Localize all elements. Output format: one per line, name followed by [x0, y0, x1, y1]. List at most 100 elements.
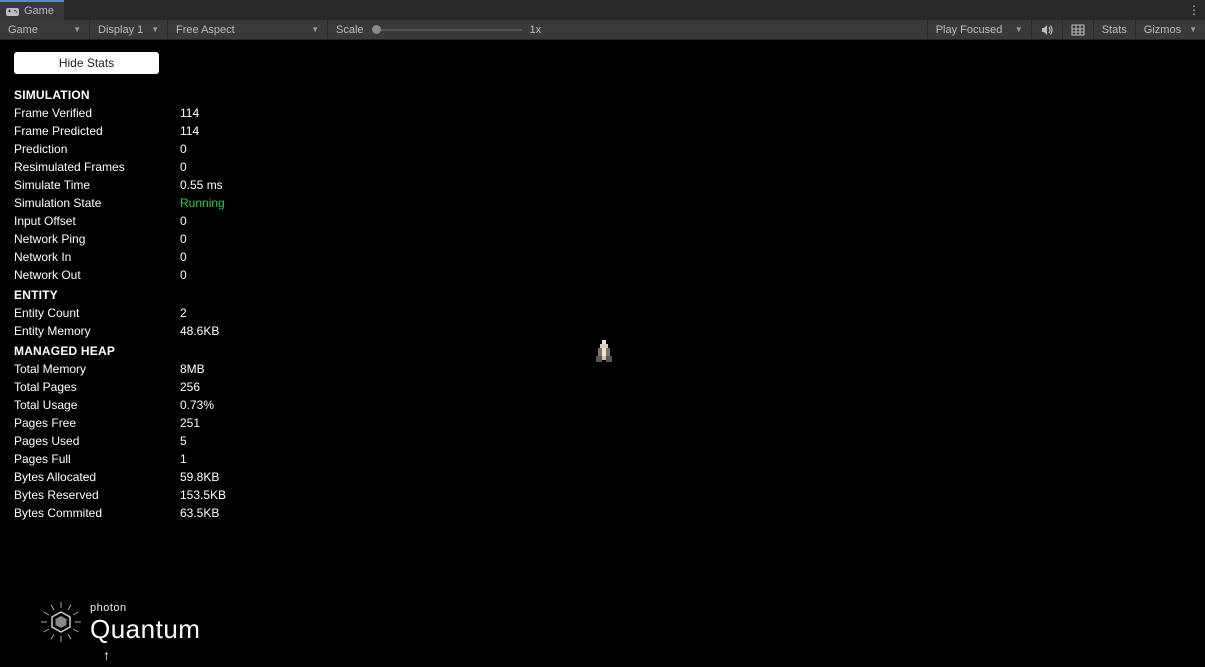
stat-label: Simulation State [14, 194, 180, 212]
slider-thumb[interactable] [372, 25, 381, 34]
stat-value: 2 [180, 304, 187, 322]
stat-label: Total Pages [14, 378, 180, 396]
stat-label: Input Offset [14, 212, 180, 230]
scale-control: Scale 1x [328, 24, 549, 36]
stats-label: Stats [1102, 24, 1127, 36]
stat-row: Pages Full1 [14, 450, 226, 468]
player-ship-sprite [594, 340, 614, 364]
stat-label: Network Out [14, 266, 180, 284]
mute-button[interactable] [1031, 20, 1062, 39]
stat-row: Frame Verified114 [14, 104, 226, 122]
stat-label: Total Memory [14, 360, 180, 378]
chevron-down-icon: ▼ [151, 25, 159, 34]
mode-label: Game [8, 24, 38, 36]
stat-row: Pages Used5 [14, 432, 226, 450]
gizmos-label: Gizmos [1144, 24, 1181, 36]
stat-row: Total Memory8MB [14, 360, 226, 378]
game-toolbar: Game ▼ Display 1 ▼ Free Aspect ▼ Scale 1… [0, 20, 1205, 40]
display-dropdown[interactable]: Display 1 ▼ [90, 20, 168, 39]
hide-stats-button[interactable]: Hide Stats [14, 52, 159, 74]
stat-row: Bytes Allocated59.8KB [14, 468, 226, 486]
tab-bar: Game ⋮ [0, 0, 1205, 20]
game-viewport: Hide Stats SIMULATION Frame Verified114F… [0, 40, 1205, 667]
aspect-dropdown[interactable]: Free Aspect ▼ [168, 20, 328, 39]
grid-icon [1071, 23, 1085, 37]
stat-row: Input Offset0 [14, 212, 226, 230]
stat-value: 5 [180, 432, 187, 450]
stat-value: 0 [180, 248, 187, 266]
scale-value: 1x [530, 24, 542, 36]
stat-row: Network Out0 [14, 266, 226, 284]
tab-game[interactable]: Game [0, 0, 64, 20]
stat-value: Running [180, 194, 225, 212]
stat-value: 0.55 ms [180, 176, 223, 194]
kebab-menu[interactable]: ⋮ [1188, 0, 1199, 20]
stat-row: Entity Memory48.6KB [14, 322, 226, 340]
vsync-button[interactable] [1062, 20, 1093, 39]
stat-value: 0.73% [180, 396, 214, 414]
stat-value: 0 [180, 140, 187, 158]
arrow-up-icon: ↑ [103, 647, 110, 663]
stat-value: 48.6KB [180, 322, 219, 340]
speaker-icon [1040, 23, 1054, 37]
stat-label: Entity Count [14, 304, 180, 322]
logo-small-text: photon [90, 603, 200, 614]
chevron-down-icon: ▼ [1015, 25, 1023, 34]
section-simulation: SIMULATION Frame Verified114Frame Predic… [14, 88, 226, 284]
stat-label: Pages Free [14, 414, 180, 432]
stat-value: 251 [180, 414, 200, 432]
stats-overlay: Hide Stats SIMULATION Frame Verified114F… [14, 52, 226, 522]
section-title: ENTITY [14, 288, 226, 302]
stat-label: Simulate Time [14, 176, 180, 194]
stat-label: Frame Verified [14, 104, 180, 122]
stat-value: 0 [180, 158, 187, 176]
stat-label: Prediction [14, 140, 180, 158]
photon-quantum-logo: photon Quantum [40, 601, 200, 643]
gizmos-dropdown[interactable]: Gizmos ▼ [1135, 20, 1205, 39]
stat-label: Pages Full [14, 450, 180, 468]
stat-label: Bytes Commited [14, 504, 180, 522]
mode-dropdown[interactable]: Game ▼ [0, 20, 90, 39]
stat-label: Total Usage [14, 396, 180, 414]
stat-row: Frame Predicted114 [14, 122, 226, 140]
stat-value: 59.8KB [180, 468, 219, 486]
chevron-down-icon: ▼ [73, 25, 81, 34]
stat-row: Prediction0 [14, 140, 226, 158]
chevron-down-icon: ▼ [311, 25, 319, 34]
stat-row: Network Ping0 [14, 230, 226, 248]
scale-label: Scale [336, 24, 364, 36]
stat-label: Entity Memory [14, 322, 180, 340]
display-label: Display 1 [98, 24, 143, 36]
stat-label: Bytes Reserved [14, 486, 180, 504]
stat-value: 153.5KB [180, 486, 226, 504]
stat-value: 8MB [180, 360, 205, 378]
section-title: SIMULATION [14, 88, 226, 102]
scale-slider[interactable] [372, 29, 522, 31]
stat-label: Network Ping [14, 230, 180, 248]
stat-label: Frame Predicted [14, 122, 180, 140]
stat-value: 63.5KB [180, 504, 219, 522]
stat-row: Resimulated Frames0 [14, 158, 226, 176]
section-title: MANAGED HEAP [14, 344, 226, 358]
play-mode-dropdown[interactable]: Play Focused ▼ [927, 20, 1031, 39]
stat-row: Total Usage0.73% [14, 396, 226, 414]
photon-mark-icon [40, 601, 82, 643]
stat-row: Entity Count2 [14, 304, 226, 322]
stat-row: Bytes Reserved153.5KB [14, 486, 226, 504]
logo-big-text: Quantum [90, 616, 200, 642]
stat-label: Network In [14, 248, 180, 266]
play-mode-label: Play Focused [936, 24, 1003, 36]
aspect-label: Free Aspect [176, 24, 235, 36]
stat-value: 0 [180, 212, 187, 230]
gamepad-icon [6, 7, 19, 15]
stat-row: Total Pages256 [14, 378, 226, 396]
tab-label: Game [24, 5, 54, 17]
stats-button[interactable]: Stats [1093, 20, 1135, 39]
stat-row: Simulation StateRunning [14, 194, 226, 212]
stat-row: Simulate Time0.55 ms [14, 176, 226, 194]
section-heap: MANAGED HEAP Total Memory8MBTotal Pages2… [14, 344, 226, 522]
section-entity: ENTITY Entity Count2Entity Memory48.6KB [14, 288, 226, 340]
stat-row: Pages Free251 [14, 414, 226, 432]
stat-row: Bytes Commited63.5KB [14, 504, 226, 522]
chevron-down-icon: ▼ [1189, 25, 1197, 34]
